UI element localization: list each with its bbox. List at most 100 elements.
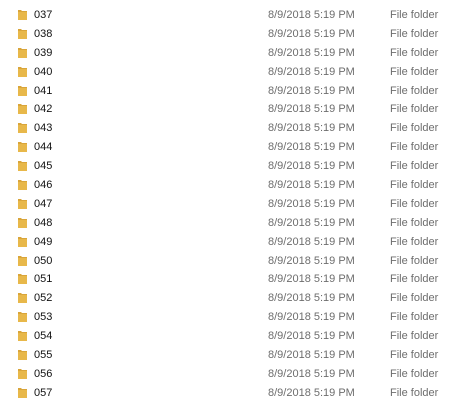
date-modified: 8/9/2018 5:19 PM bbox=[268, 330, 355, 343]
folder-name[interactable]: 055 bbox=[34, 349, 52, 361]
item-type: File folder bbox=[390, 84, 439, 97]
item-type: File folder bbox=[390, 273, 439, 286]
folder-name[interactable]: 054 bbox=[34, 330, 52, 342]
item-type: File folder bbox=[390, 197, 439, 210]
date-modified: 8/9/2018 5:19 PM bbox=[268, 141, 355, 154]
folder-name[interactable]: 041 bbox=[34, 85, 52, 97]
file-row[interactable]: 049 8/9/2018 5:19 PM File folder bbox=[0, 233, 474, 252]
folder-icon bbox=[18, 292, 27, 304]
folder-name[interactable]: 046 bbox=[34, 179, 52, 191]
file-row[interactable]: 052 8/9/2018 5:19 PM File folder bbox=[0, 289, 474, 308]
folder-name[interactable]: 052 bbox=[34, 292, 52, 304]
file-row[interactable]: 040 8/9/2018 5:19 PM File folder bbox=[0, 63, 474, 82]
folder-icon bbox=[18, 28, 27, 39]
folder-name[interactable]: 057 bbox=[34, 387, 52, 399]
folder-icon bbox=[18, 179, 27, 191]
folder-name[interactable]: 053 bbox=[34, 311, 52, 323]
folder-icon bbox=[18, 387, 27, 398]
folder-name[interactable]: 056 bbox=[34, 368, 52, 380]
folder-icon bbox=[18, 47, 27, 58]
file-row[interactable]: 041 8/9/2018 5:19 PM File folder bbox=[0, 82, 474, 101]
date-modified: 8/9/2018 5:19 PM bbox=[268, 179, 355, 192]
folder-icon bbox=[18, 217, 27, 228]
item-type: File folder bbox=[390, 330, 439, 343]
file-row[interactable]: 048 8/9/2018 5:19 PM File folder bbox=[0, 214, 474, 233]
folder-name[interactable]: 038 bbox=[34, 28, 52, 40]
file-row[interactable]: 043 8/9/2018 5:19 PM File folder bbox=[0, 119, 474, 138]
folder-name[interactable]: 039 bbox=[34, 47, 52, 59]
date-modified: 8/9/2018 5:19 PM bbox=[268, 9, 355, 21]
file-row[interactable]: 044 8/9/2018 5:19 PM File folder bbox=[0, 138, 474, 157]
file-row[interactable]: 056 8/9/2018 5:19 PM File folder bbox=[0, 365, 474, 384]
file-row[interactable]: 038 8/9/2018 5:19 PM File folder bbox=[0, 25, 474, 44]
folder-icon bbox=[18, 273, 27, 285]
date-modified: 8/9/2018 5:19 PM bbox=[268, 103, 355, 116]
date-modified: 8/9/2018 5:19 PM bbox=[268, 122, 355, 135]
file-row[interactable]: 055 8/9/2018 5:19 PM File folder bbox=[0, 346, 474, 365]
date-modified: 8/9/2018 5:19 PM bbox=[268, 367, 355, 380]
date-modified: 8/9/2018 5:19 PM bbox=[268, 292, 355, 305]
folder-icon bbox=[18, 311, 27, 323]
folder-name[interactable]: 043 bbox=[34, 122, 52, 134]
date-modified: 8/9/2018 5:19 PM bbox=[268, 311, 355, 324]
date-modified: 8/9/2018 5:19 PM bbox=[268, 235, 355, 248]
item-type: File folder bbox=[390, 160, 439, 173]
item-type: File folder bbox=[390, 216, 439, 229]
item-type: File folder bbox=[390, 65, 439, 78]
folder-name[interactable]: 042 bbox=[34, 103, 52, 115]
date-modified: 8/9/2018 5:19 PM bbox=[268, 349, 355, 362]
file-row[interactable]: 045 8/9/2018 5:19 PM File folder bbox=[0, 157, 474, 176]
folder-icon bbox=[18, 85, 27, 96]
file-row[interactable]: 046 8/9/2018 5:19 PM File folder bbox=[0, 176, 474, 195]
item-type: File folder bbox=[390, 311, 439, 324]
item-type: File folder bbox=[390, 141, 439, 154]
folder-icon bbox=[18, 330, 27, 342]
folder-icon bbox=[18, 141, 27, 153]
folder-name[interactable]: 049 bbox=[34, 236, 52, 248]
folder-name[interactable]: 048 bbox=[34, 217, 52, 229]
item-type: File folder bbox=[390, 254, 439, 267]
item-type: File folder bbox=[390, 235, 439, 248]
folder-name[interactable]: 040 bbox=[34, 66, 52, 78]
folder-icon bbox=[18, 236, 27, 247]
folder-icon bbox=[18, 66, 27, 77]
folder-name[interactable]: 044 bbox=[34, 141, 52, 153]
folder-icon bbox=[18, 122, 27, 134]
folder-icon bbox=[18, 160, 27, 172]
file-row[interactable]: 050 8/9/2018 5:19 PM File folder bbox=[0, 252, 474, 271]
date-modified: 8/9/2018 5:19 PM bbox=[268, 160, 355, 173]
file-row[interactable]: 057 8/9/2018 5:19 PM File folder bbox=[0, 384, 474, 403]
date-modified: 8/9/2018 5:19 PM bbox=[268, 84, 355, 97]
item-type: File folder bbox=[390, 27, 439, 40]
date-modified: 8/9/2018 5:19 PM bbox=[268, 46, 355, 59]
file-row[interactable]: 047 8/9/2018 5:19 PM File folder bbox=[0, 195, 474, 214]
folder-name[interactable]: 047 bbox=[34, 198, 52, 210]
folder-name[interactable]: 045 bbox=[34, 160, 52, 172]
item-type: File folder bbox=[390, 367, 439, 380]
file-row[interactable]: 053 8/9/2018 5:19 PM File folder bbox=[0, 308, 474, 327]
file-row[interactable]: 054 8/9/2018 5:19 PM File folder bbox=[0, 327, 474, 346]
folder-icon bbox=[18, 255, 27, 266]
date-modified: 8/9/2018 5:19 PM bbox=[268, 65, 355, 78]
item-type: File folder bbox=[390, 386, 439, 399]
item-type: File folder bbox=[390, 103, 439, 116]
file-row[interactable]: 051 8/9/2018 5:19 PM File folder bbox=[0, 270, 474, 289]
file-row[interactable]: 037 8/9/2018 5:19 PM File folder bbox=[0, 6, 474, 25]
file-row[interactable]: 042 8/9/2018 5:19 PM File folder bbox=[0, 100, 474, 119]
item-type: File folder bbox=[390, 349, 439, 362]
date-modified: 8/9/2018 5:19 PM bbox=[268, 386, 355, 399]
folder-icon bbox=[18, 103, 27, 115]
folder-icon bbox=[18, 368, 27, 379]
date-modified: 8/9/2018 5:19 PM bbox=[268, 27, 355, 40]
folder-name[interactable]: 051 bbox=[34, 273, 52, 285]
date-modified: 8/9/2018 5:19 PM bbox=[268, 273, 355, 286]
folder-name[interactable]: 050 bbox=[34, 255, 52, 267]
folder-icon bbox=[18, 9, 27, 20]
item-type: File folder bbox=[390, 9, 439, 21]
folder-icon bbox=[18, 349, 27, 361]
date-modified: 8/9/2018 5:19 PM bbox=[268, 197, 355, 210]
file-row[interactable]: 039 8/9/2018 5:19 PM File folder bbox=[0, 44, 474, 63]
folder-name[interactable]: 037 bbox=[34, 9, 52, 21]
folder-icon bbox=[18, 198, 27, 209]
item-type: File folder bbox=[390, 46, 439, 59]
